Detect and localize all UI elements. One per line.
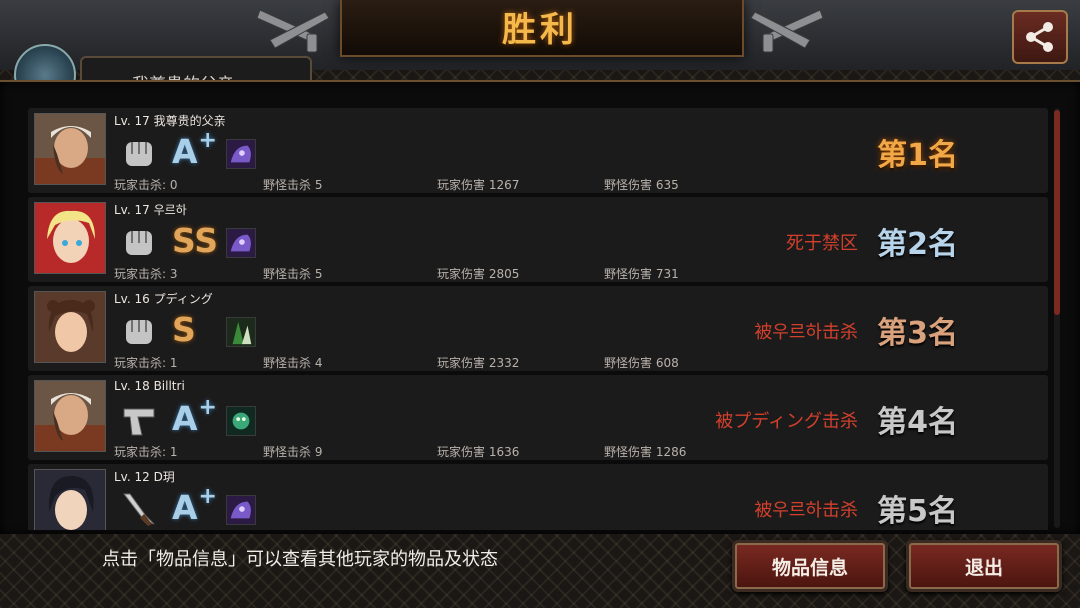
player-damage: 玩家伤害 1267 [437,178,520,192]
grade-badge: SS [172,221,219,260]
monster-damage: 野怪伤害 731 [604,267,679,281]
player-kills: 玩家击杀: 1 [114,445,178,459]
avatar [34,469,106,530]
player-row[interactable]: Lv. 17 我尊贵的父亲 A+ 玩家击杀: 0 野怪击杀 5 玩家伤害 126… [28,108,1048,193]
monster-damage: 野怪伤害 608 [604,356,679,370]
rank-label: 第2名 [877,227,958,262]
crossed-guns-right-icon [735,0,825,60]
crossed-guns-left-icon [255,0,345,60]
death-status: 被プディング击杀 [715,411,858,432]
purple-beast-skill-icon [226,495,256,525]
grade-badge: A+ [172,128,217,171]
player-row[interactable]: Lv. 17 우르하 SS 玩家击杀: 3 野怪击杀 5 玩家伤害 2805 野… [28,197,1048,282]
rank-label: 第3名 [877,316,958,351]
death-status: 被우르하击杀 [754,500,858,521]
share-button[interactable] [1012,10,1068,64]
fist-icon [120,312,158,350]
rank-label: 第5名 [877,494,958,529]
avatar [34,113,106,185]
monster-damage: 野怪伤害 635 [604,178,679,192]
player-row[interactable]: Lv. 18 Billtri A+ 玩家击杀: 1 野怪击杀 9 玩家伤害 16… [28,375,1048,460]
player-kills: 玩家击杀: 1 [114,356,178,370]
player-kills: 玩家击杀: 0 [114,178,178,192]
player-kills: 玩家击杀: 3 [114,267,178,281]
grade-badge: S [172,310,196,349]
fist-icon [120,223,158,261]
avatar [34,380,106,452]
page-title: 胜利 [502,10,578,50]
player-level-name: Lv. 17 우르하 [114,203,187,217]
exit-button[interactable]: 退出 [906,540,1062,592]
player-level-name: Lv. 18 Billtri [114,379,185,393]
player-row[interactable]: Lv. 12 D玥 A+ 被우르하击杀 第5名 [28,464,1048,530]
player-damage: 玩家伤害 2805 [437,267,520,281]
purple-beast-skill-icon [226,139,256,169]
player-row[interactable]: Lv. 16 プディング S 玩家击杀: 1 野怪击杀 4 玩家伤害 2332 … [28,286,1048,371]
share-icon [1026,22,1053,52]
monster-damage: 野怪伤害 1286 [604,445,687,459]
rank-label: 第4名 [877,405,958,440]
player-level-name: Lv. 12 D玥 [114,470,175,484]
avatar [34,291,106,363]
player-damage: 玩家伤害 1636 [437,445,520,459]
rank-label: 第1名 [877,138,958,173]
results-list[interactable]: Lv. 17 我尊贵的父亲 A+ 玩家击杀: 0 野怪击杀 5 玩家伤害 126… [28,108,1048,530]
grade-badge: A+ [172,484,217,527]
green-creature-skill-icon [226,406,256,436]
monster-kills: 野怪击杀 5 [263,267,323,281]
death-status: 死于禁区 [786,233,858,254]
scrollbar-thumb[interactable] [1054,110,1060,315]
green-fighter-skill-icon [226,317,256,347]
fist-icon [120,134,158,172]
player-level-name: Lv. 17 我尊贵的父亲 [114,114,226,128]
knife-icon [120,490,158,528]
death-status: 被우르하击杀 [754,322,858,343]
player-damage: 玩家伤害 2332 [437,356,520,370]
player-level-name: Lv. 16 プディング [114,292,213,306]
items-info-button[interactable]: 物品信息 [732,540,888,592]
hint-text: 点击「物品信息」可以查看其他玩家的物品及状态 [102,549,498,570]
monster-kills: 野怪击杀 5 [263,178,323,192]
purple-beast-skill-icon [226,228,256,258]
pistol-icon [120,401,158,439]
monster-kills: 野怪击杀 4 [263,356,323,370]
monster-kills: 野怪击杀 9 [263,445,323,459]
avatar [34,202,106,274]
grade-badge: A+ [172,395,217,438]
